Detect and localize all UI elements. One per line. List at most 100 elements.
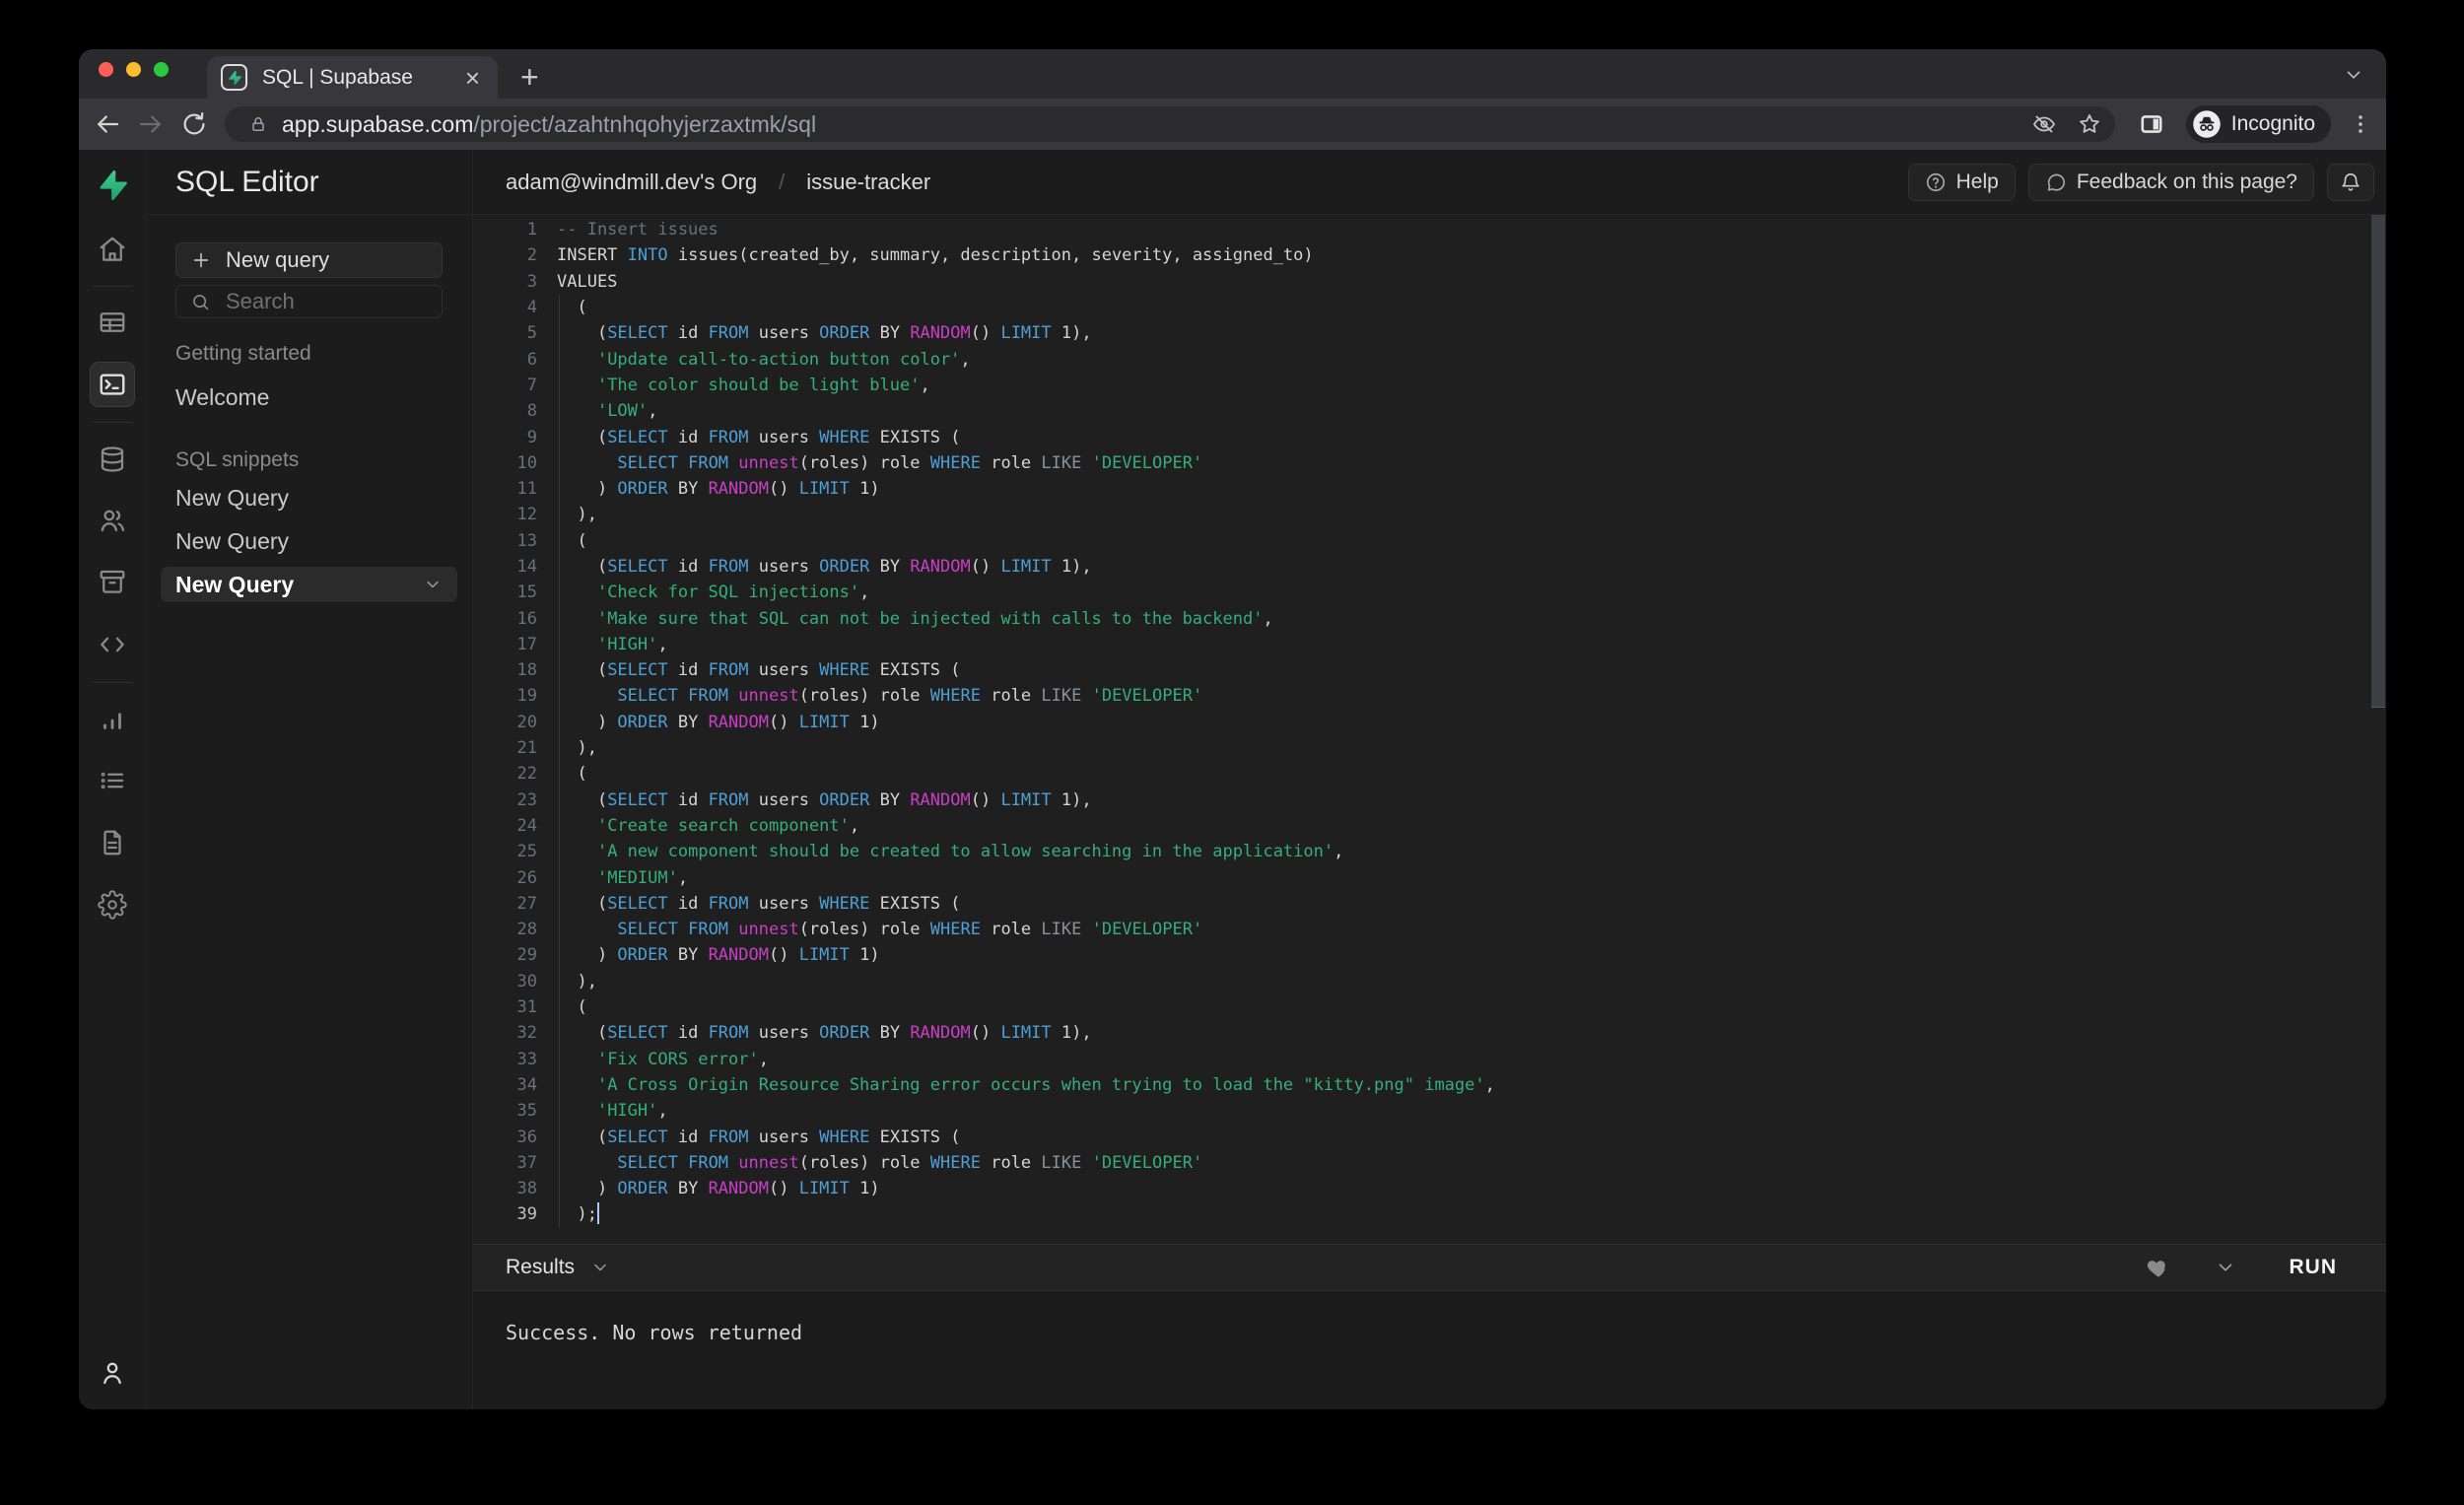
code-line[interactable]: 1 -- Insert issues: [473, 217, 2386, 242]
sidebar-item-snippet-active[interactable]: New Query: [161, 567, 457, 602]
line-number: 13: [516, 530, 537, 551]
sidebar-item-snippet[interactable]: New Query: [175, 480, 443, 515]
code-line[interactable]: 38 ) ORDER BY RANDOM() LIMIT 1): [473, 1176, 2386, 1201]
table-editor-icon[interactable]: [98, 308, 127, 337]
rail-divider: [93, 286, 132, 287]
breadcrumb-project[interactable]: issue-tracker: [806, 170, 930, 195]
code-line[interactable]: 21 ),: [473, 735, 2386, 761]
run-button[interactable]: RUN: [2280, 1250, 2348, 1285]
code-line[interactable]: 28 SELECT FROM unnest(roles) role WHERE …: [473, 917, 2386, 942]
chevron-down-icon[interactable]: [423, 575, 443, 594]
line-number: 4: [526, 298, 537, 318]
code-line[interactable]: 34 'A Cross Origin Resource Sharing erro…: [473, 1072, 2386, 1098]
code-line[interactable]: 13 (: [473, 528, 2386, 554]
code-line[interactable]: 2 INSERT INTO issues(created_by, summary,…: [473, 242, 2386, 268]
breadcrumb-org[interactable]: adam@windmill.dev's Org: [506, 170, 757, 195]
incognito-badge: Incognito: [2185, 105, 2331, 143]
logs-list-icon[interactable]: [98, 766, 127, 795]
bookmark-star-icon[interactable]: [2078, 112, 2101, 136]
browser-menu-icon[interactable]: [2349, 112, 2372, 136]
code-line[interactable]: 8 'LOW',: [473, 398, 2386, 424]
code-line[interactable]: 3 VALUES: [473, 269, 2386, 295]
results-bar: Results RUN: [473, 1244, 2386, 1291]
line-number: 16: [516, 608, 537, 629]
code-line[interactable]: 9 (SELECT id FROM users WHERE EXISTS (: [473, 424, 2386, 449]
auth-users-icon[interactable]: [98, 506, 127, 535]
run-options-chevron-icon[interactable]: [2215, 1257, 2236, 1278]
supabase-favicon-icon: [221, 64, 247, 91]
favorite-heart-icon[interactable]: [2146, 1255, 2171, 1280]
results-tab-label[interactable]: Results: [506, 1256, 575, 1279]
line-number: 8: [526, 401, 537, 422]
sidebar-item-welcome[interactable]: Welcome: [175, 379, 443, 415]
code-line[interactable]: 10 SELECT FROM unnest(roles) role WHERE …: [473, 450, 2386, 476]
search-input[interactable]: Search: [175, 285, 443, 318]
account-person-icon[interactable]: [98, 1358, 127, 1388]
text-cursor: [596, 1202, 599, 1225]
code-line[interactable]: 27 (SELECT id FROM users WHERE EXISTS (: [473, 891, 2386, 917]
code-line[interactable]: 36 (SELECT id FROM users WHERE EXISTS (: [473, 1124, 2386, 1149]
supabase-logo-icon[interactable]: [96, 169, 129, 202]
code-line[interactable]: 17 'HIGH',: [473, 632, 2386, 657]
code-line[interactable]: 6 'Update call-to-action button color',: [473, 346, 2386, 372]
tab-close-icon[interactable]: ×: [461, 65, 484, 91]
code-line[interactable]: 11 ) ORDER BY RANDOM() LIMIT 1): [473, 476, 2386, 502]
code-line[interactable]: 29 ) ORDER BY RANDOM() LIMIT 1): [473, 942, 2386, 968]
sql-editor-nav-active[interactable]: [90, 362, 135, 407]
new-tab-button[interactable]: +: [520, 59, 539, 96]
database-icon[interactable]: [98, 445, 127, 474]
notifications-button[interactable]: [2327, 163, 2374, 201]
code-line[interactable]: 32 (SELECT id FROM users ORDER BY RANDOM…: [473, 1020, 2386, 1046]
line-number: 7: [526, 375, 537, 395]
code-line[interactable]: 23 (SELECT id FROM users ORDER BY RANDOM…: [473, 787, 2386, 813]
code-line[interactable]: 19 SELECT FROM unnest(roles) role WHERE …: [473, 683, 2386, 709]
back-button[interactable]: [93, 109, 122, 139]
code-line[interactable]: 12 ),: [473, 502, 2386, 527]
code-line[interactable]: 15 'Check for SQL injections',: [473, 580, 2386, 605]
new-query-button[interactable]: New query: [175, 242, 443, 278]
home-icon[interactable]: [98, 235, 127, 264]
code-line[interactable]: 31 (: [473, 994, 2386, 1020]
code-line[interactable]: 39 );: [473, 1201, 2386, 1227]
code-line[interactable]: 18 (SELECT id FROM users WHERE EXISTS (: [473, 657, 2386, 683]
code-line[interactable]: 37 SELECT FROM unnest(roles) role WHERE …: [473, 1150, 2386, 1176]
forward-button[interactable]: [136, 109, 166, 139]
code-line[interactable]: 30 ),: [473, 969, 2386, 994]
code-line[interactable]: 5 (SELECT id FROM users ORDER BY RANDOM(…: [473, 320, 2386, 346]
editor-scrollbar[interactable]: [2371, 215, 2385, 708]
code-line[interactable]: 33 'Fix CORS error',: [473, 1047, 2386, 1072]
section-label-sql-snippets: SQL snippets: [175, 448, 300, 471]
help-button[interactable]: Help: [1907, 163, 2016, 201]
code-line[interactable]: 22 (: [473, 761, 2386, 787]
code-line[interactable]: 16 'Make sure that SQL can not be inject…: [473, 605, 2386, 631]
feedback-button[interactable]: Feedback on this page?: [2027, 163, 2314, 201]
edge-functions-code-icon[interactable]: [98, 630, 127, 659]
code-line[interactable]: 35 'HIGH',: [473, 1098, 2386, 1124]
storage-icon[interactable]: [98, 567, 127, 596]
api-docs-icon[interactable]: [98, 828, 127, 857]
code-line[interactable]: 24 'Create search component',: [473, 813, 2386, 839]
reports-chart-icon[interactable]: [98, 706, 127, 735]
code-line[interactable]: 7 'The color should be light blue',: [473, 373, 2386, 398]
supabase-app: SQL Editor New query Search Getting star…: [79, 150, 2386, 1409]
code-line[interactable]: 26 'MEDIUM',: [473, 864, 2386, 890]
tab-strip-chevron-icon[interactable]: [2343, 64, 2364, 86]
sidebar-item-snippet[interactable]: New Query: [175, 523, 443, 559]
url-bar[interactable]: app.supabase.com/project/azahtnhqohyjerz…: [225, 106, 2115, 142]
rail-divider: [93, 682, 132, 683]
close-window-button[interactable]: [99, 62, 113, 77]
code-line[interactable]: 14 (SELECT id FROM users ORDER BY RANDOM…: [473, 554, 2386, 580]
code-line[interactable]: 25 'A new component should be created to…: [473, 839, 2386, 864]
browser-tab[interactable]: SQL | Supabase ×: [207, 56, 498, 99]
reload-button[interactable]: [179, 109, 209, 139]
eye-off-icon[interactable]: [2032, 112, 2056, 136]
minimize-window-button[interactable]: [126, 62, 141, 77]
side-panel-icon[interactable]: [2139, 111, 2164, 137]
zoom-window-button[interactable]: [154, 62, 169, 77]
settings-gear-icon[interactable]: [98, 890, 127, 920]
line-number: 10: [516, 452, 537, 473]
code-line[interactable]: 4 (: [473, 295, 2386, 320]
code-line[interactable]: 20 ) ORDER BY RANDOM() LIMIT 1): [473, 710, 2386, 735]
results-chevron-icon[interactable]: [590, 1258, 610, 1277]
code-editor[interactable]: 1 -- Insert issues 2 INSERT INTO issues(cre…: [473, 215, 2386, 1244]
